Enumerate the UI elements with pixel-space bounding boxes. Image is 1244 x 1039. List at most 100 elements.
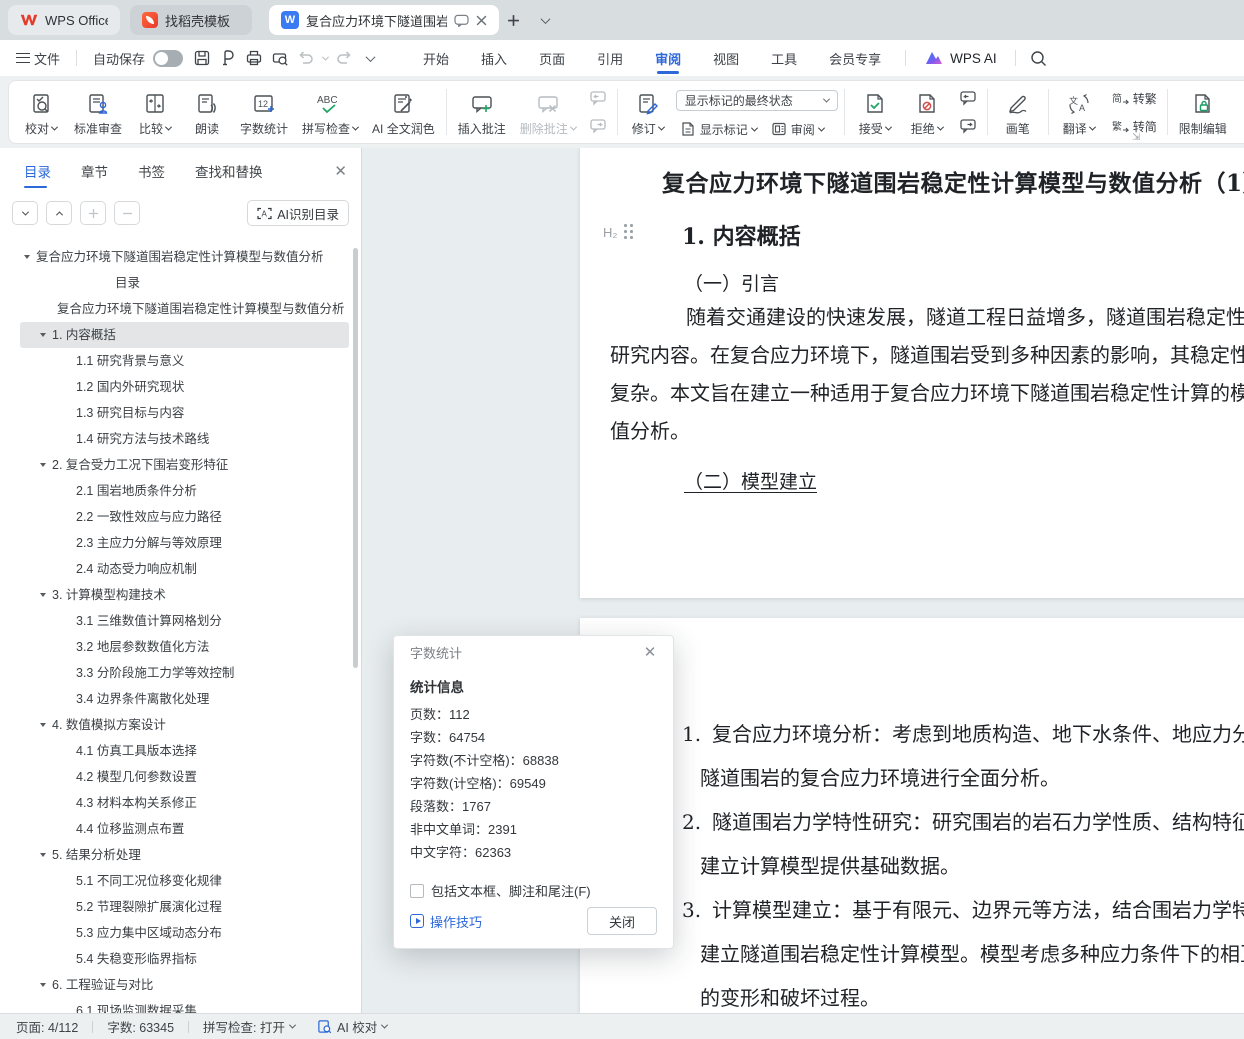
export-pdf-button[interactable] (215, 46, 241, 70)
toc-item[interactable]: 6.1 现场监测数据采集 (20, 998, 349, 1013)
autosave-toggle[interactable] (153, 49, 184, 67)
expand-all-button[interactable] (12, 201, 38, 225)
collapse-all-button[interactable] (46, 201, 72, 225)
menu-tab[interactable]: 插入 (467, 40, 521, 76)
sidebar-tab[interactable]: 目录 (24, 148, 51, 194)
toc-item[interactable]: 5. 结果分析处理 (20, 842, 349, 868)
toc-item[interactable]: 2.3 主应力分解与等效原理 (20, 530, 349, 556)
wps-ai-button[interactable]: WPS AI (916, 50, 1005, 66)
menu-tab[interactable]: 页面 (525, 40, 579, 76)
toc-item[interactable]: 5.2 节理裂隙扩展演化过程 (20, 894, 349, 920)
toc-item[interactable]: 6. 工程验证与对比 (20, 972, 349, 998)
close-icon[interactable] (476, 15, 487, 26)
save-button[interactable] (189, 46, 215, 70)
include-footnotes-option[interactable]: 包括文本框、脚注和尾注(F) (410, 881, 657, 900)
print-button[interactable] (241, 46, 267, 70)
toc-item[interactable]: 4.1 仿真工具版本选择 (20, 738, 349, 764)
drag-handle-icon[interactable] (624, 224, 634, 240)
toc-item[interactable]: 3.2 地层参数数值化方法 (20, 634, 349, 660)
toc-item[interactable]: 目录 (20, 270, 349, 296)
toc-item[interactable]: 5.4 失稳变形临界指标 (20, 946, 349, 972)
toc-item[interactable]: 4.2 模型几何参数设置 (20, 764, 349, 790)
show-markup-button[interactable]: 显示标记 (676, 117, 761, 141)
toc-item[interactable]: 4. 数值模拟方案设计 (20, 712, 349, 738)
heading-handle[interactable]: H₂ (603, 224, 634, 240)
toc-item[interactable]: 2.1 围岩地质条件分析 (20, 478, 349, 504)
document-page-1[interactable]: H₂ 复合应力环境下隧道围岩稳定性计算模型与数值分析（1） 1. 内容概括 （一… (580, 148, 1244, 598)
spell-check-status[interactable]: 拼写检查: 打开 (203, 1017, 297, 1036)
autosave-control[interactable]: 自动保存 (87, 49, 189, 68)
compare-button[interactable]: 比较 (129, 83, 181, 141)
menu-tab[interactable]: 工具 (757, 40, 811, 76)
tab-docer-templates[interactable]: 找稻壳模板 (130, 5, 252, 35)
chevron-down-icon[interactable] (40, 853, 46, 857)
toc-item[interactable]: 1.3 研究目标与内容 (20, 400, 349, 426)
menu-tab[interactable]: 会员专享 (815, 40, 895, 76)
toc-item[interactable]: 5.3 应力集中区域动态分布 (20, 920, 349, 946)
toc-item[interactable]: 2.4 动态受力响应机制 (20, 556, 349, 582)
tab-list-dropdown[interactable] (533, 8, 557, 32)
markup-state-select[interactable]: 显示标记的最终状态 (675, 90, 838, 111)
delete-comment-button[interactable]: 删除批注 (513, 83, 583, 141)
undo-button[interactable] (293, 46, 319, 70)
toc-item[interactable]: 1.4 研究方法与技术路线 (20, 426, 349, 452)
comment-bubble-icon[interactable] (454, 14, 469, 27)
tab-wps-office[interactable]: WPS Office (8, 5, 120, 35)
spell-check-button[interactable]: ABC 拼写检查 (295, 83, 365, 141)
print-preview-button[interactable] (267, 46, 293, 70)
next-change-button[interactable] (955, 114, 981, 138)
previous-comment-button[interactable] (585, 86, 611, 110)
pen-button[interactable]: 画笔 (992, 83, 1044, 141)
insert-comment-button[interactable]: 插入批注 (451, 83, 513, 141)
document-permission-button[interactable]: 文档 (1234, 83, 1244, 141)
tab-current-document[interactable]: W 复合应力环境下隧道围岩稳定 (269, 5, 499, 35)
ai-polish-button[interactable]: AI 全文润色 (365, 83, 442, 141)
zoom-out-button[interactable] (114, 201, 140, 225)
toc-item[interactable]: 5.1 不同工况位移变化规律 (20, 868, 349, 894)
sidebar-tab[interactable]: 书签 (138, 148, 165, 194)
toc-item[interactable]: 4.4 位移监测点布置 (20, 816, 349, 842)
previous-change-button[interactable] (955, 86, 981, 110)
chevron-down-icon[interactable] (40, 593, 46, 597)
read-aloud-button[interactable]: 朗读 (181, 83, 233, 141)
translate-button[interactable]: 文A 翻译 (1053, 83, 1105, 141)
toc-item[interactable]: 1.2 国内外研究现状 (20, 374, 349, 400)
zoom-in-button[interactable] (80, 201, 106, 225)
dialog-header[interactable]: 字数统计 ✕ (394, 636, 673, 668)
toc-item[interactable]: 3. 计算模型构建技术 (20, 582, 349, 608)
sidebar-tab[interactable]: 查找和替换 (195, 148, 263, 194)
toc-item[interactable]: 3.4 边界条件离散化处理 (20, 686, 349, 712)
ai-recognize-toc-button[interactable]: A AI识别目录 (247, 200, 349, 226)
proofread-button[interactable]: 校对 (15, 83, 67, 141)
search-button[interactable] (1026, 46, 1052, 70)
accept-button[interactable]: 接受 (849, 83, 901, 141)
next-comment-button[interactable] (585, 114, 611, 138)
standard-review-button[interactable]: 标准审查 (67, 83, 129, 141)
redo-button[interactable] (331, 46, 357, 70)
menu-tab[interactable]: 审阅 (641, 40, 695, 76)
chevron-down-icon[interactable] (40, 463, 46, 467)
chevron-down-icon[interactable] (40, 983, 46, 987)
word-count-button[interactable]: 12 字数统计 (233, 83, 295, 141)
dialog-launcher-icon[interactable]: ⇲ (1132, 132, 1140, 143)
review-pane-button[interactable]: 审阅 (767, 117, 828, 141)
toc-item[interactable]: 复合应力环境下隧道围岩稳定性计算模型与数值分析 (20, 244, 349, 270)
toc-item[interactable]: 1. 内容概括 (20, 322, 349, 348)
menu-tab[interactable]: 开始 (409, 40, 463, 76)
sidebar-tab[interactable]: 章节 (81, 148, 108, 194)
simplified-to-traditional-button[interactable]: 简 转繁 (1107, 86, 1161, 110)
toc-item[interactable]: 1.1 研究背景与意义 (20, 348, 349, 374)
close-sidebar-icon[interactable]: ✕ (334, 162, 347, 180)
toc-item[interactable]: 2.2 一致性效应与应力路径 (20, 504, 349, 530)
file-menu[interactable]: 文件 (10, 49, 66, 68)
restrict-editing-button[interactable]: 限制编辑 (1172, 83, 1234, 141)
menu-tab[interactable]: 视图 (699, 40, 753, 76)
document-page-2[interactable]: 1.复合应力环境分析：考虑到地质构造、地下水条件、地应力分布等多种因素 隧道围岩… (580, 618, 1244, 1013)
word-count-indicator[interactable]: 字数: 63345 (107, 1017, 174, 1036)
new-tab-button[interactable] (501, 8, 525, 32)
chevron-down-icon[interactable] (40, 723, 46, 727)
toc-item[interactable]: 4.3 材料本构关系修正 (20, 790, 349, 816)
chevron-down-icon[interactable] (40, 333, 46, 337)
close-button[interactable]: 关闭 (587, 907, 657, 935)
toc-item[interactable]: 2. 复合受力工况下围岩变形特征 (20, 452, 349, 478)
